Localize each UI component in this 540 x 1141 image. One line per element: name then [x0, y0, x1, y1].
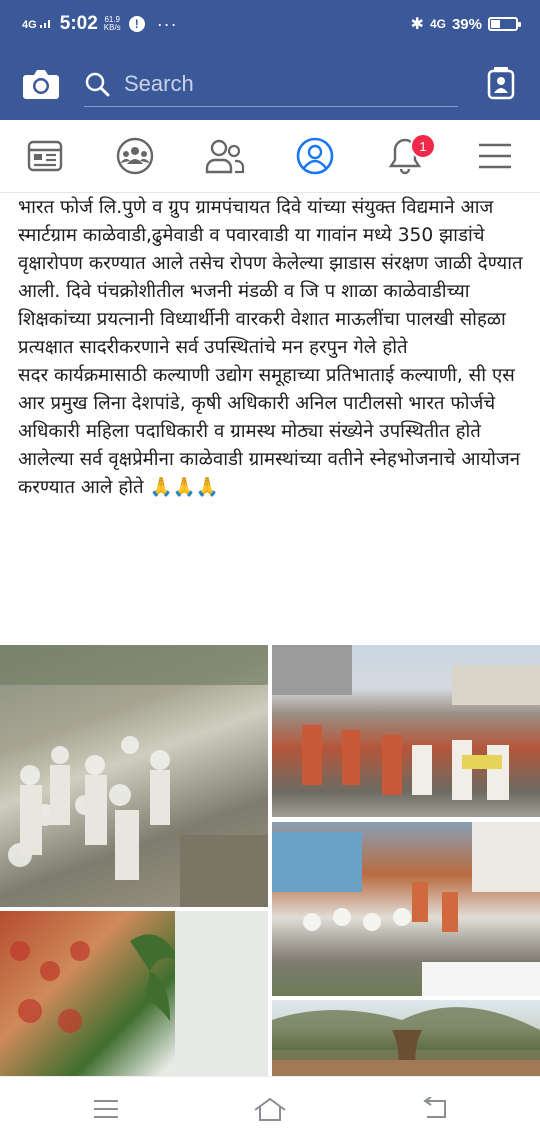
procession-photo-graphic: [0, 645, 268, 907]
folded-hands-emoji: 🙏🙏🙏: [149, 477, 220, 498]
camera-icon[interactable]: [22, 66, 60, 102]
newsfeed-icon: [27, 140, 63, 172]
signal-bars-icon: [39, 20, 50, 28]
network-speed: 61.9 KB/s: [103, 15, 121, 32]
friends-icon: [205, 139, 245, 174]
tab-groups[interactable]: [113, 134, 157, 178]
home-button[interactable]: [253, 1095, 287, 1123]
post-photo[interactable]: [0, 911, 268, 1076]
post-photo[interactable]: [0, 645, 268, 907]
post-text: भारत फोर्ज लि.पुणे व ग्रुप ग्रामपंचायत द…: [18, 194, 533, 502]
bluetooth-icon: ✱: [410, 16, 424, 33]
procession-photo-graphic: [10, 911, 268, 1076]
post-photo[interactable]: [272, 822, 540, 996]
post-paragraph: भारत फोर्ज लि.पुणे व ग्रुप ग्रामपंचायत द…: [18, 197, 523, 358]
menu-lines-icon: [94, 1100, 118, 1118]
search-input[interactable]: [122, 70, 446, 98]
post-photo[interactable]: [272, 1000, 540, 1076]
network-indicator-right: 4G: [429, 17, 446, 31]
groups-icon: [116, 137, 154, 175]
home-icon: [254, 1097, 286, 1121]
network-indicator-left: 4G: [22, 18, 54, 31]
system-nav-bar: [0, 1076, 540, 1141]
tab-friends[interactable]: [203, 134, 247, 178]
recent-apps-button[interactable]: [89, 1095, 123, 1123]
profile-icon: [296, 137, 334, 175]
battery-percent: 39%: [451, 15, 482, 33]
more-notifications-icon: ···: [156, 13, 178, 34]
battery-icon: [488, 17, 521, 31]
search-bar[interactable]: [84, 62, 458, 107]
post-paragraph: सदर कार्यक्रमासाठी कल्याणी उद्योग समूहाच…: [18, 365, 521, 498]
alert-icon: !: [128, 16, 145, 32]
procession-photo-graphic: [272, 822, 540, 996]
post-photo[interactable]: [272, 645, 540, 817]
status-bar: 4G 5:02 61.9 KB/s ! ··· ✱ 4G 39%: [0, 0, 540, 48]
hamburger-icon: [479, 143, 511, 169]
tab-bar: [0, 120, 540, 193]
clock: 5:02: [59, 13, 98, 34]
tree-photo-graphic: [272, 1007, 540, 1076]
notification-badge: 1: [410, 133, 436, 159]
procession-photo-graphic: [272, 645, 540, 800]
app-header: [0, 48, 540, 120]
messenger-contacts-icon[interactable]: [486, 66, 516, 100]
tab-news-feed[interactable]: [23, 134, 67, 178]
tab-profile[interactable]: [293, 134, 337, 178]
search-icon: [85, 72, 110, 97]
back-button[interactable]: [417, 1095, 451, 1123]
back-icon: [423, 1097, 446, 1118]
tab-menu[interactable]: [473, 134, 517, 178]
